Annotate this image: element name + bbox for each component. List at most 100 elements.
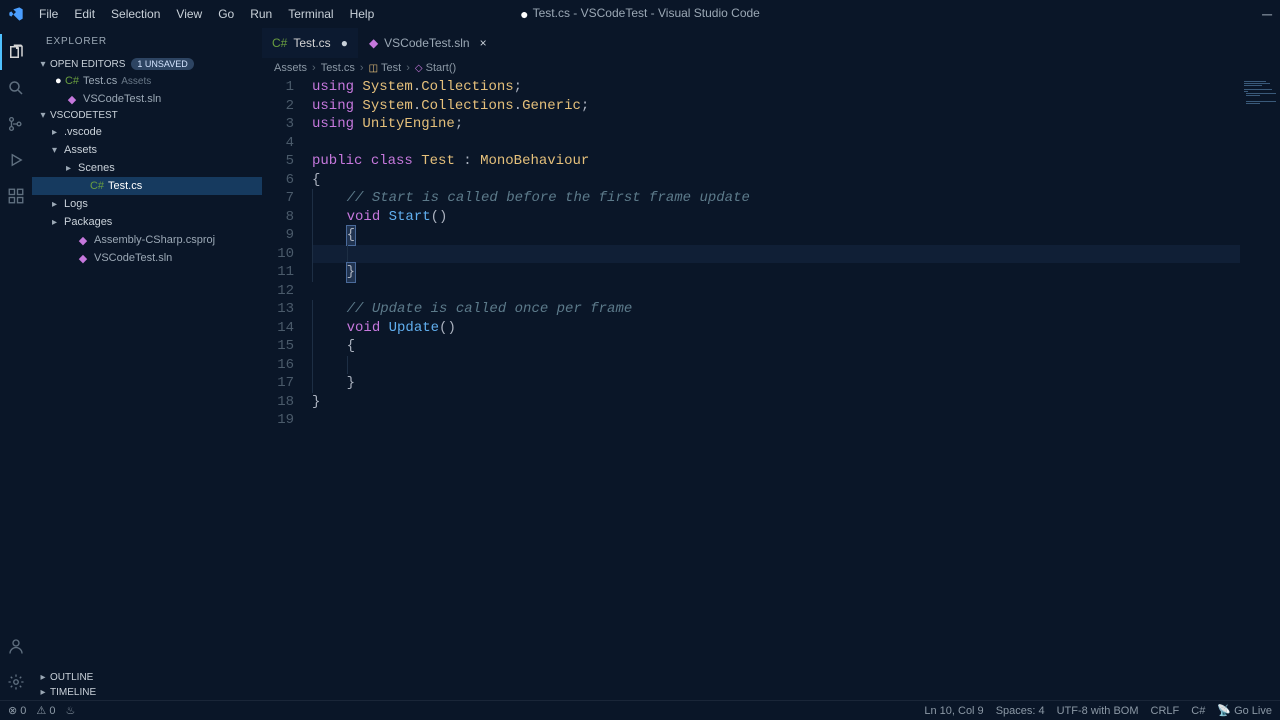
tree-folder[interactable]: ▾Assets <box>32 141 262 159</box>
open-editors-section[interactable]: ▾ OPEN EDITORS 1 UNSAVED <box>32 56 262 72</box>
editor-area: C# Test.cs ● ◆ VSCodeTest.sln × Assets›Test.c… <box>262 28 1280 700</box>
file-path-dim: Assets <box>121 76 151 87</box>
menu-selection[interactable]: Selection <box>104 4 167 24</box>
minimize-button[interactable]: ─ <box>1262 6 1272 22</box>
breadcrumb-item[interactable]: ◇Start() <box>415 62 456 74</box>
code-line[interactable]: void Update() <box>312 319 1280 338</box>
code-line[interactable]: // Start is called before the first fram… <box>312 189 1280 208</box>
tree-file[interactable]: ◆VSCodeTest.sln <box>32 249 262 267</box>
code-line[interactable]: public class Test : MonoBehaviour <box>312 152 1280 171</box>
open-editor-item[interactable]: ●C#Test.csAssets <box>32 72 262 90</box>
tree-file[interactable]: C# Test.cs <box>32 177 262 195</box>
account-icon[interactable] <box>0 628 32 664</box>
code-line[interactable]: using UnityEngine; <box>312 115 1280 134</box>
menu-edit[interactable]: Edit <box>67 4 102 24</box>
tree-folder[interactable]: ▸Packages <box>32 213 262 231</box>
language-status[interactable]: C# <box>1191 705 1205 717</box>
flame-icon[interactable]: ♨ <box>65 704 75 717</box>
code-line[interactable]: } <box>312 263 1280 282</box>
sidebar-title: EXPLORER <box>32 28 262 56</box>
explorer-icon[interactable] <box>0 34 32 70</box>
code-line[interactable]: void Start() <box>312 208 1280 227</box>
code-editor[interactable]: 12345678910111213141516171819 using Syst… <box>262 78 1280 700</box>
chevron-down-icon: ▾ <box>36 59 50 70</box>
modified-dot-icon[interactable]: ● <box>341 36 348 50</box>
eol-status[interactable]: CRLF <box>1151 705 1180 717</box>
code-line[interactable]: } <box>312 374 1280 393</box>
close-icon[interactable]: × <box>480 36 487 50</box>
error-count[interactable]: ⊗ 0 <box>8 704 26 717</box>
open-editor-item[interactable]: ◆ VSCodeTest.sln <box>32 90 262 108</box>
file-label: VSCodeTest.sln <box>83 93 161 105</box>
tree-folder[interactable]: ▸.vscode <box>32 123 262 141</box>
code-line[interactable] <box>312 356 1280 375</box>
indent-status[interactable]: Spaces: 4 <box>996 705 1045 717</box>
tree-item-label: Test.cs <box>108 180 142 192</box>
tree-item-label: Scenes <box>78 162 115 174</box>
unsaved-badge: 1 UNSAVED <box>131 58 193 70</box>
tab-label: Test.cs <box>293 36 330 50</box>
tree-folder[interactable]: ▸Logs <box>32 195 262 213</box>
sln-file-icon: ◆ <box>76 252 90 265</box>
csharp-file-icon: C# <box>65 75 79 87</box>
code-line[interactable] <box>312 245 1280 264</box>
encoding-status[interactable]: UTF-8 with BOM <box>1057 705 1139 717</box>
menu-help[interactable]: Help <box>343 4 382 24</box>
vscode-logo-icon <box>8 6 24 22</box>
code-line[interactable]: using System.Collections.Generic; <box>312 97 1280 116</box>
warning-count[interactable]: ⚠ 0 <box>36 704 55 717</box>
debug-icon[interactable] <box>0 142 32 178</box>
minimap[interactable] <box>1240 78 1280 700</box>
csharp-file-icon: C# <box>90 180 104 192</box>
code-line[interactable] <box>312 411 1280 430</box>
sln-file-icon: ◆ <box>65 93 79 106</box>
code-line[interactable] <box>312 134 1280 153</box>
chevron-right-icon: ▸ <box>36 672 50 683</box>
golive-button[interactable]: 📡 Go Live <box>1217 704 1272 717</box>
code-line[interactable]: { <box>312 226 1280 245</box>
modified-dot-icon: ● <box>520 6 528 22</box>
tree-folder[interactable]: ▸Scenes <box>32 159 262 177</box>
breadcrumb-item[interactable]: Test.cs <box>321 62 355 74</box>
search-icon[interactable] <box>0 70 32 106</box>
workspace-section[interactable]: ▾ VSCODETEST <box>32 108 262 123</box>
editor-tabs: C# Test.cs ● ◆ VSCodeTest.sln × <box>262 28 1280 58</box>
line-gutter: 12345678910111213141516171819 <box>262 78 312 700</box>
breadcrumb-item[interactable]: ◫Test <box>369 62 402 74</box>
statusbar: ⊗ 0 ⚠ 0 ♨ Ln 10, Col 9 Spaces: 4 UTF-8 w… <box>0 700 1280 720</box>
code-line[interactable]: { <box>312 337 1280 356</box>
timeline-section[interactable]: ▸ TIMELINE <box>32 685 262 700</box>
menu-terminal[interactable]: Terminal <box>281 4 340 24</box>
cursor-position[interactable]: Ln 10, Col 9 <box>924 705 983 717</box>
outline-section[interactable]: ▸ OUTLINE <box>32 670 262 685</box>
settings-gear-icon[interactable] <box>0 664 32 700</box>
tab-label: VSCodeTest.sln <box>384 36 469 50</box>
tree-item-label: .vscode <box>64 126 102 138</box>
sidebar: EXPLORER ▾ OPEN EDITORS 1 UNSAVED ●C#Tes… <box>32 28 262 700</box>
chevron-right-icon: ▸ <box>52 127 64 138</box>
source-control-icon[interactable] <box>0 106 32 142</box>
code-line[interactable]: } <box>312 393 1280 412</box>
tree-item-label: Assembly-CSharp.csproj <box>94 234 215 246</box>
code-line[interactable]: using System.Collections; <box>312 78 1280 97</box>
tree-file[interactable]: ◆ Assembly-CSharp.csproj <box>32 231 262 249</box>
chevron-right-icon: ▸ <box>52 217 64 228</box>
window-title: ●Test.cs - VSCodeTest - Visual Studio Co… <box>520 6 760 22</box>
editor-tab[interactable]: C# Test.cs ● <box>262 28 359 58</box>
menu-go[interactable]: Go <box>211 4 241 24</box>
code-content[interactable]: using System.Collections;using System.Co… <box>312 78 1280 700</box>
code-line[interactable]: // Update is called once per frame <box>312 300 1280 319</box>
menu-run[interactable]: Run <box>243 4 279 24</box>
editor-tab[interactable]: ◆ VSCodeTest.sln × <box>359 28 498 58</box>
breadcrumb-item[interactable]: Assets <box>274 62 307 74</box>
sln-file-icon: ◆ <box>369 36 378 50</box>
menu-file[interactable]: File <box>32 4 65 24</box>
extensions-icon[interactable] <box>0 178 32 214</box>
code-line[interactable] <box>312 282 1280 301</box>
menu-view[interactable]: View <box>169 4 209 24</box>
sln-file-icon: ◆ <box>76 234 90 247</box>
file-label: Test.cs <box>83 75 117 87</box>
csharp-file-icon: C# <box>272 36 287 50</box>
code-line[interactable]: { <box>312 171 1280 190</box>
breadcrumbs[interactable]: Assets›Test.cs›◫Test›◇Start() <box>262 58 1280 78</box>
